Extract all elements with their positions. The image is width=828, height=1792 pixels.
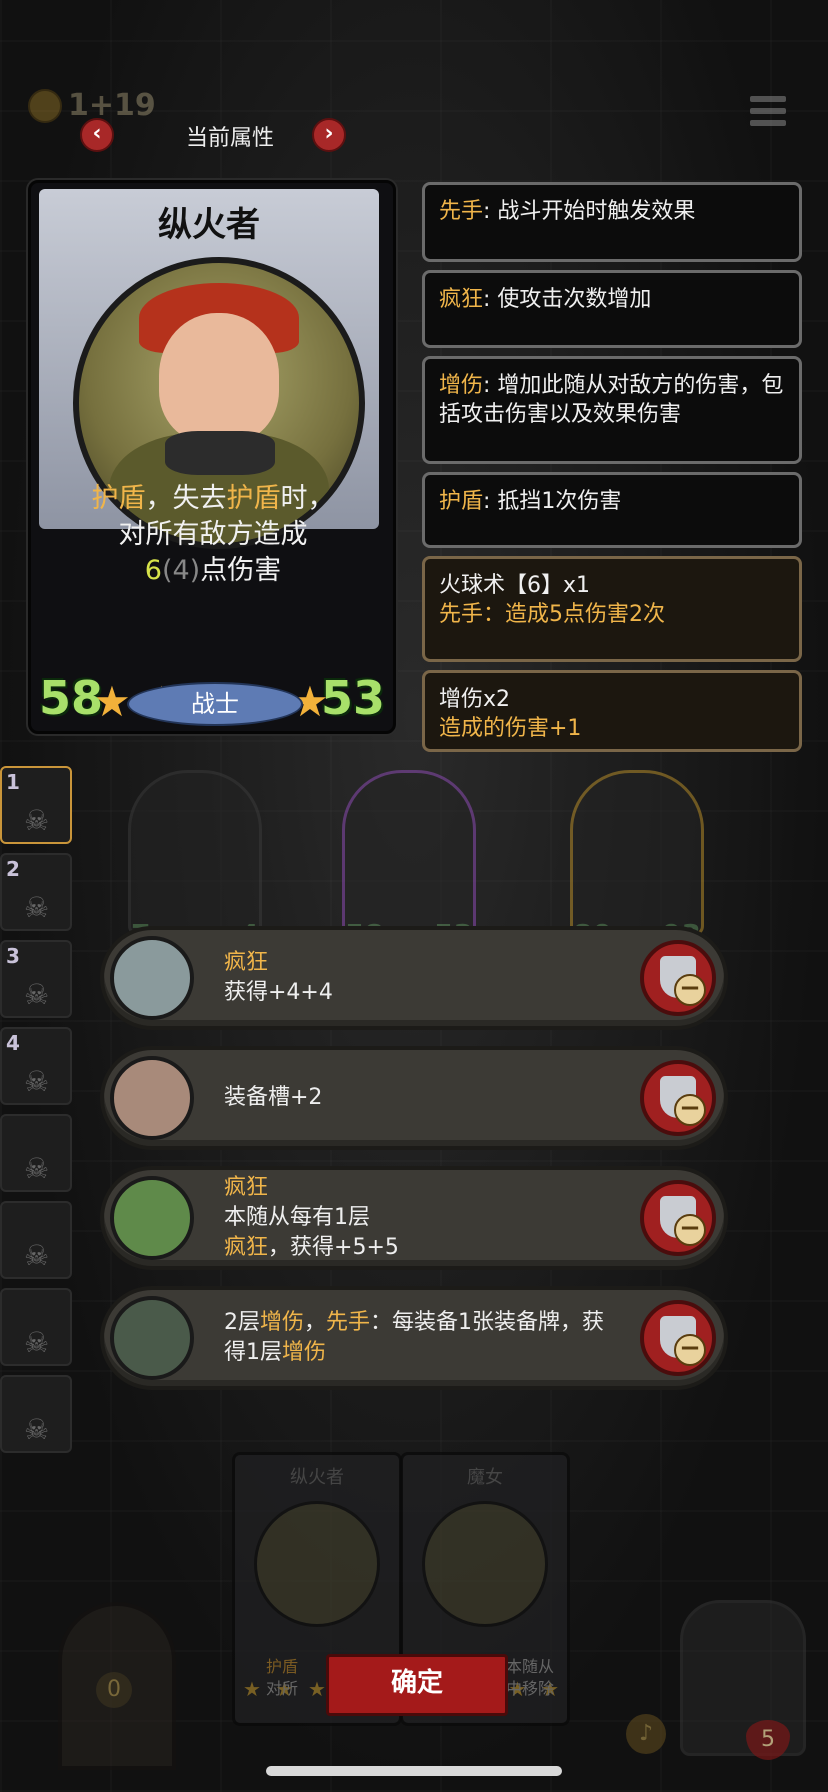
equipment-description: 疯狂 本随从每有1层 疯狂，获得+5+5 (224, 1175, 399, 1260)
roster-slot[interactable]: 3 ☠ (0, 940, 72, 1018)
prev-arrow-button[interactable]: ‹ (80, 118, 114, 152)
attack-value: 58 (39, 671, 104, 725)
board-minion-red-imp[interactable]: 8093 (570, 770, 704, 951)
roster-sidebar: 1 ☠ 2 ☠ 3 ☠ 4 ☠ ☠ ☠ ☠ ☠ (0, 766, 76, 1462)
skull-icon: ☠ (24, 1239, 50, 1272)
hand-card-text-right: 本随从 中移除 (506, 1657, 555, 1698)
roster-slot[interactable]: 1 ☠ (0, 766, 72, 844)
hero-ability-text: 护盾，失去护盾时， 对所有敌方造成 6(4)点伤害 (91, 483, 335, 586)
equipment-row: 疯狂 获得+4+4 − (100, 926, 728, 1030)
board-minion-arsonist[interactable]: 5853 (342, 770, 476, 951)
class-badge: 战士 (127, 682, 303, 726)
skull-icon: ☠ (24, 804, 50, 837)
equipment-description: 疯狂 获得+4+4 (224, 950, 333, 1005)
roster-slot[interactable]: ☠ (0, 1201, 72, 1279)
next-arrow-button[interactable]: › (312, 118, 346, 152)
keyword-panel-first-strike: 先手: 战斗开始时触发效果 (422, 182, 802, 262)
roster-slot[interactable]: ☠ (0, 1375, 72, 1453)
equipment-row: 2层增伤，先手：每装备1张装备牌，获得1层增伤 − (100, 1286, 728, 1390)
equipment-description: 装备槽+2 (224, 1085, 323, 1110)
effect-panel-damage-up: 增伤x2 造成的伤害+1 (422, 670, 802, 752)
health-value: 53 (320, 671, 385, 725)
equipment-row: 疯狂 本随从每有1层 疯狂，获得+5+5 − (100, 1166, 728, 1270)
board-minion-witch[interactable]: 74 (128, 770, 262, 951)
roster-slot[interactable]: ☠ (0, 1288, 72, 1366)
roster-slot[interactable]: ☠ (0, 1114, 72, 1192)
lightning-crystal-icon (110, 936, 194, 1020)
effect-panel-fireball: 火球术【6】x1 先手：造成5点伤害2次 (422, 556, 802, 662)
remove-equipment-button[interactable]: − (640, 1060, 716, 1136)
keyword-panel-damage-up: 增伤: 增加此随从对敌方的伤害，包括攻击伤害以及效果伤害 (422, 356, 802, 464)
attribute-title: 当前属性 (185, 126, 274, 151)
roster-slot[interactable]: 4 ☠ (0, 1027, 72, 1105)
remove-equipment-button[interactable]: − (640, 940, 716, 1016)
bell-icon[interactable]: ♪ (626, 1714, 666, 1754)
skull-icon: ☠ (24, 1326, 50, 1359)
home-indicator[interactable] (266, 1766, 562, 1776)
green-flame-totem-icon (110, 1176, 194, 1260)
remove-equipment-button[interactable]: − (640, 1300, 716, 1376)
menu-icon[interactable] (750, 96, 786, 132)
skull-icon: ☠ (24, 891, 50, 924)
attribute-nav: ‹ 当前属性 › (0, 118, 420, 152)
hand-card-text-left: 护盾 对所 (266, 1657, 299, 1698)
door-count: 0 (96, 1672, 132, 1708)
cauldron-icon (110, 1296, 194, 1380)
keyword-panel-shield: 护盾: 抵挡1次伤害 (422, 472, 802, 548)
remove-equipment-button[interactable]: − (640, 1180, 716, 1256)
armor-vest-icon (110, 1056, 194, 1140)
confirm-button[interactable]: 确定 (326, 1654, 508, 1716)
hero-name: 纵火者 (158, 205, 260, 245)
equipment-row: 装备槽+2 − (100, 1046, 728, 1150)
roster-slot[interactable]: 2 ☠ (0, 853, 72, 931)
equipment-description: 2层增伤，先手：每装备1张装备牌，获得1层增伤 (224, 1310, 605, 1365)
skull-icon: ☠ (24, 978, 50, 1011)
hero-card: 纵火者 ★ ★ ★ ★ ★ 护盾，失去护盾时， 对所有敌方造成 6(4)点伤害 … (28, 180, 396, 734)
skull-icon: ☠ (24, 1152, 50, 1185)
skull-icon: ☠ (24, 1065, 50, 1098)
keyword-panel-frenzy: 疯狂: 使攻击次数增加 (422, 270, 802, 348)
skull-icon: ☠ (24, 1413, 50, 1446)
